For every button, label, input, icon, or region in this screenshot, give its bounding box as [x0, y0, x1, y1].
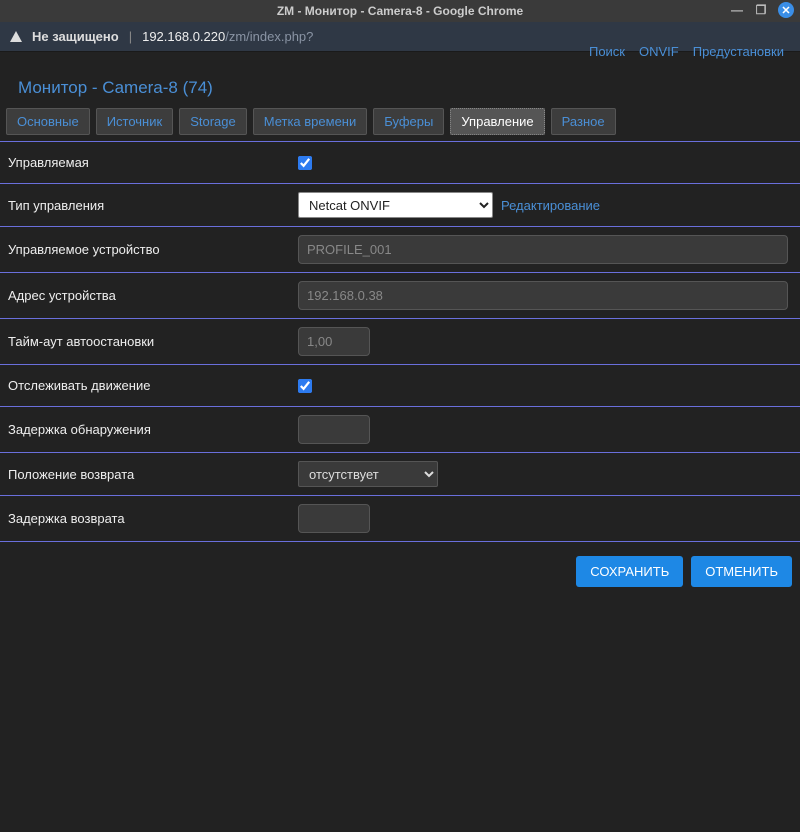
select-control-type[interactable]: Netcat ONVIF [298, 192, 493, 218]
label-return-location: Положение возврата [8, 467, 298, 482]
link-search[interactable]: Поиск [589, 44, 625, 64]
cancel-button[interactable]: ОТМЕНИТЬ [691, 556, 792, 587]
tab-main[interactable]: Основные [6, 108, 90, 135]
link-presets[interactable]: Предустановки [693, 44, 784, 64]
row-autostop: Тайм-аут автоостановки [0, 319, 800, 365]
label-control-device: Управляемое устройство [8, 242, 298, 257]
row-return-location: Положение возврата отсутствует [0, 453, 800, 496]
tab-timestamp[interactable]: Метка времени [253, 108, 368, 135]
label-detect-delay: Задержка обнаружения [8, 422, 298, 437]
page-title: Монитор - Camera-8 (74) [18, 78, 213, 98]
row-control-device: Управляемое устройство [0, 227, 800, 273]
input-device-address[interactable] [298, 281, 788, 310]
action-bar: СОХРАНИТЬ ОТМЕНИТЬ [0, 542, 800, 601]
tabs: Основные Источник Storage Метка времени … [0, 108, 800, 142]
tab-control[interactable]: Управление [450, 108, 544, 135]
url-display[interactable]: 192.168.0.220/zm/index.php? [142, 29, 313, 44]
select-return-location[interactable]: отсутствует [298, 461, 438, 487]
input-return-delay[interactable] [298, 504, 370, 533]
link-edit-control-type[interactable]: Редактирование [501, 198, 600, 213]
label-controllable: Управляемая [8, 155, 298, 170]
divider: | [129, 29, 132, 44]
warning-icon [10, 31, 22, 42]
close-icon[interactable]: ✕ [778, 2, 794, 18]
row-controllable: Управляемая [0, 142, 800, 184]
row-return-delay: Задержка возврата [0, 496, 800, 542]
input-autostop[interactable] [298, 327, 370, 356]
link-onvif[interactable]: ONVIF [639, 44, 679, 64]
save-button[interactable]: СОХРАНИТЬ [576, 556, 683, 587]
tab-misc[interactable]: Разное [551, 108, 616, 135]
insecure-label: Не защищено [32, 29, 119, 44]
label-device-address: Адрес устройства [8, 288, 298, 303]
checkbox-controllable[interactable] [298, 156, 312, 170]
input-control-device[interactable] [298, 235, 788, 264]
label-track-motion: Отслеживать движение [8, 378, 298, 393]
input-detect-delay[interactable] [298, 415, 370, 444]
row-control-type: Тип управления Netcat ONVIF Редактирован… [0, 184, 800, 227]
checkbox-track-motion[interactable] [298, 379, 312, 393]
tab-source[interactable]: Источник [96, 108, 174, 135]
window-titlebar: ZM - Монитор - Camera-8 - Google Chrome … [0, 0, 800, 22]
url-path: /zm/index.php? [225, 29, 313, 44]
label-return-delay: Задержка возврата [8, 511, 298, 526]
tab-buffers[interactable]: Буферы [373, 108, 444, 135]
maximize-icon[interactable]: ❐ [754, 3, 768, 17]
label-control-type: Тип управления [8, 198, 298, 213]
row-device-address: Адрес устройства [0, 273, 800, 319]
row-detect-delay: Задержка обнаружения [0, 407, 800, 453]
label-autostop: Тайм-аут автоостановки [8, 334, 298, 349]
minimize-icon[interactable]: — [730, 3, 744, 17]
top-links: Поиск ONVIF Предустановки [589, 44, 784, 64]
row-track-motion: Отслеживать движение [0, 365, 800, 407]
tab-storage[interactable]: Storage [179, 108, 247, 135]
url-host: 192.168.0.220 [142, 29, 225, 44]
window-title: ZM - Монитор - Camera-8 - Google Chrome [277, 4, 523, 18]
